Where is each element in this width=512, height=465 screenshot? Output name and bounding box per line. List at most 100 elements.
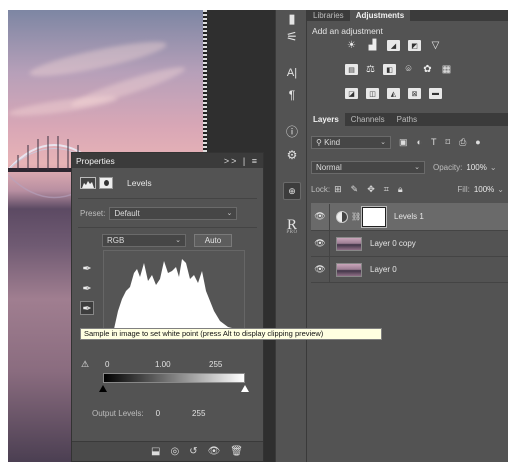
lock-label: Lock: (311, 185, 331, 194)
white-input-slider[interactable] (241, 385, 249, 392)
tab-libraries[interactable]: Libraries (307, 10, 350, 21)
gradient-map-icon[interactable]: ▬ (429, 88, 442, 99)
levels-icon[interactable] (80, 177, 96, 189)
photo-filter-icon[interactable]: ⌾ (402, 64, 415, 75)
tooltip: Sample in image to set white point (pres… (80, 328, 382, 340)
tool-presets-icon[interactable]: ⚟ (283, 28, 301, 46)
black-input-slider[interactable] (99, 385, 107, 392)
output-white-value[interactable]: 255 (192, 409, 205, 418)
preset-label: Preset: (80, 209, 106, 218)
threshold-icon[interactable]: ◭ (387, 88, 400, 99)
vibrance-icon[interactable]: ▽ (429, 40, 442, 51)
properties-panel: Properties >> | ≡ Levels Preset: Default… (71, 152, 264, 462)
shape-filter-icon[interactable]: ⌑ (445, 137, 450, 148)
tab-channels[interactable]: Channels (345, 113, 391, 126)
info-icon[interactable]: ⓘ (283, 122, 301, 140)
lock-icons: ⊞ ✎ ✥ ⌗ 🔒︎ (334, 184, 403, 195)
mask-icon[interactable] (99, 177, 113, 189)
tab-layers[interactable]: Layers (307, 113, 345, 126)
adjustments-tabbar: Libraries Adjustments (307, 10, 508, 21)
opacity-label: Opacity: (433, 163, 463, 172)
layer-name: Levels 1 (394, 212, 424, 221)
lock-all-icon[interactable]: 🔒︎ (398, 184, 403, 195)
tab-paths[interactable]: Paths (391, 113, 423, 126)
eye-icon[interactable]: 👁︎ (311, 211, 329, 222)
visibility-icon[interactable]: 👁︎ (208, 446, 221, 457)
tab-adjustments[interactable]: Adjustments (349, 10, 411, 21)
input-black-value[interactable]: 0 (105, 360, 109, 369)
type-filter-icon[interactable]: T (431, 137, 437, 148)
lock-paint-icon[interactable]: ✎ (351, 184, 359, 195)
black-point-eyedropper-icon[interactable]: ✒ (80, 261, 94, 275)
levels-icon[interactable]: ▟ (366, 40, 379, 51)
fill-field[interactable]: 100% (474, 185, 494, 194)
pixel-filter-icon[interactable]: ▣ (399, 137, 408, 148)
brightness-contrast-icon[interactable]: ☀ (345, 40, 358, 51)
smart-object-filter-icon[interactable]: ⎙ (459, 137, 466, 148)
layer-divider (329, 203, 330, 230)
layer-filter-select[interactable]: ⚲ Kind ⌄ (311, 136, 391, 149)
auto-button[interactable]: Auto (194, 234, 232, 247)
paragraph-icon[interactable]: ¶ (283, 86, 301, 104)
channel-value: RGB (107, 236, 125, 245)
opacity-field[interactable]: 100% (466, 163, 486, 172)
layer-row-layer-0-copy[interactable]: 👁︎ Layer 0 copy (311, 230, 508, 257)
panel-menu-icon[interactable]: >> | ≡ (224, 156, 259, 166)
invert-icon[interactable]: ◪ (345, 88, 358, 99)
reset-icon[interactable]: ↺ (189, 446, 197, 457)
color-balance-icon[interactable]: ⚖ (364, 64, 377, 75)
black-white-icon[interactable]: ◧ (383, 64, 396, 75)
gray-point-eyedropper-icon[interactable]: ✒ (80, 281, 94, 295)
clip-to-layer-icon[interactable]: ⬓ (151, 446, 160, 457)
posterize-icon[interactable]: ◫ (366, 88, 379, 99)
character-icon[interactable]: A| (283, 64, 301, 82)
blend-mode-select[interactable]: Normal ⌄ (311, 161, 425, 174)
adjustments-row-2: ▤ ⚖ ◧ ⌾ ✿ ▦ (345, 64, 453, 75)
hue-saturation-icon[interactable]: ▤ (345, 64, 358, 75)
curves-icon[interactable]: ◢ (387, 40, 400, 51)
properties-type-row: Levels (80, 177, 255, 189)
properties-header: Properties >> | ≡ (72, 153, 263, 168)
chevron-down-icon[interactable]: ⌄ (497, 185, 504, 194)
preset-select[interactable]: Default ⌄ (109, 207, 238, 220)
exposure-icon[interactable]: ◩ (408, 40, 421, 51)
calculate-histogram-warning-icon[interactable]: ⚠ (78, 357, 92, 371)
layer-mask-thumbnail[interactable] (362, 206, 386, 227)
layer-filter-row: ⚲ Kind ⌄ ▣ ◐ T ⌑ ⎙ ● (311, 136, 504, 149)
lock-move-icon[interactable]: ✥ (367, 184, 375, 195)
layer-name: Layer 0 (370, 265, 397, 274)
eye-icon[interactable]: 👁︎ (311, 238, 329, 249)
output-black-value[interactable]: 0 (156, 409, 160, 418)
plugin-pro-label: PRO (286, 230, 298, 235)
lock-transparent-icon[interactable]: ⊞ (334, 184, 342, 195)
adjustment-filter-icon[interactable]: ◐ (417, 137, 422, 148)
white-point-eyedropper-icon[interactable]: ✒ (80, 301, 94, 315)
channel-row: RGB ⌄ Auto (80, 234, 255, 247)
chevron-down-icon[interactable]: ⌄ (490, 163, 497, 172)
layer-row-levels-1[interactable]: 👁︎ ⛓︎ Levels 1 (311, 203, 508, 231)
plugin-panel-icon[interactable]: ⊕ (283, 182, 301, 200)
view-previous-state-icon[interactable]: ◎ (170, 446, 179, 457)
channel-select[interactable]: RGB ⌄ (102, 234, 186, 247)
layer-row-layer-0[interactable]: 👁︎ Layer 0 (311, 256, 508, 283)
panel-icon-strip: ▮ ⚟ A| ¶ ⓘ ⚙ ⊕ R PRO (275, 10, 307, 462)
output-levels-label: Output Levels: (92, 409, 144, 418)
selective-color-icon[interactable]: ⊠ (408, 88, 421, 99)
color-lookup-icon[interactable]: ▦ (440, 64, 453, 75)
link-icon[interactable]: ⛓︎ (351, 212, 361, 221)
history-icon[interactable]: ▮ (283, 10, 301, 28)
eye-icon[interactable]: 👁︎ (311, 264, 329, 275)
clone-source-icon[interactable]: ⚙ (283, 146, 301, 164)
delete-icon[interactable]: 🗑︎ (230, 446, 243, 457)
input-gamma-value[interactable]: 1.00 (155, 360, 171, 369)
channel-mixer-icon[interactable]: ✿ (421, 64, 434, 75)
layer-divider (329, 230, 330, 257)
layer-divider (329, 256, 330, 283)
filter-toggle-icon[interactable]: ● (475, 137, 480, 148)
input-white-value[interactable]: 255 (209, 360, 222, 369)
output-gradient-bar (103, 373, 245, 383)
plugin-r-icon[interactable]: R PRO (283, 216, 301, 236)
layer-name: Layer 0 copy (370, 239, 416, 248)
chevron-down-icon: ⌄ (226, 210, 233, 217)
lock-artboard-icon[interactable]: ⌗ (384, 184, 389, 195)
